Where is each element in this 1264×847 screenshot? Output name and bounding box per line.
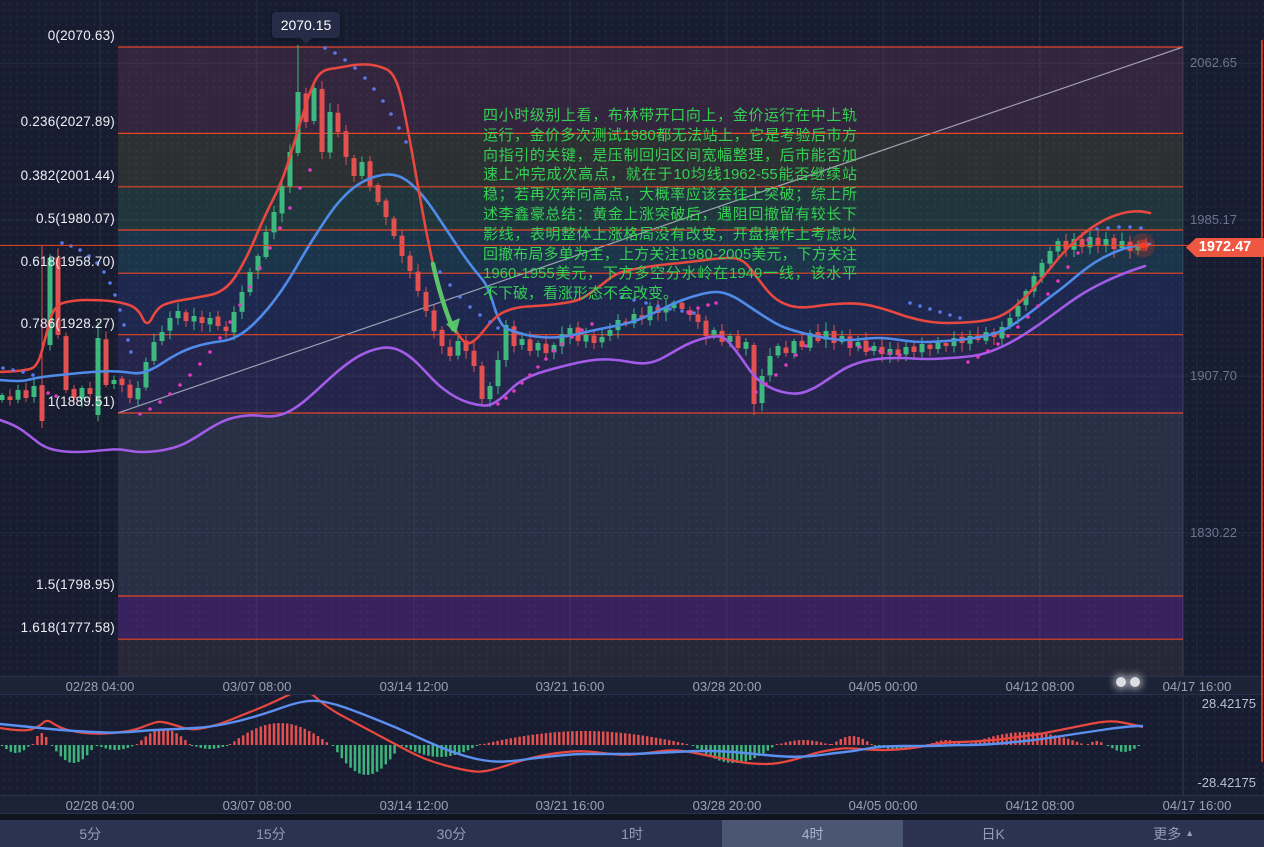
tab-timeframe-15分[interactable]: 15分 (181, 820, 362, 847)
time-axis-label: 04/05 00:00 (849, 798, 918, 813)
fib-level-label: 1(1889.51) (0, 394, 115, 410)
fib-level-label: 0.618(1958.70) (0, 254, 115, 270)
fib-level-label: 0(2070.63) (0, 28, 115, 44)
time-axis-label: 04/17 16:00 (1163, 798, 1232, 813)
tab-timeframe-30分[interactable]: 30分 (361, 820, 542, 847)
time-axis-label: 02/28 04:00 (66, 798, 135, 813)
loading-dot-icon[interactable] (1130, 677, 1140, 687)
tab-label: 1时 (621, 824, 643, 844)
macd-time-axis: 02/28 04:00 03/07 08:00 03/14 12:00 03/21 1… (0, 795, 1264, 814)
time-axis-label: 02/28 04:00 (66, 679, 135, 694)
price-axis-label: 1907.70 (1190, 368, 1237, 384)
time-axis-label: 03/28 20:00 (693, 798, 762, 813)
macd-scale-min: -28.42175 (1197, 775, 1256, 790)
time-axis-label: 04/12 08:00 (1006, 798, 1075, 813)
tab-timeframe-5分[interactable]: 5分 (0, 820, 181, 847)
fib-level-label: 0.786(1928.27) (0, 316, 115, 332)
price-axis-label: 2062.65 (1190, 55, 1237, 71)
main-price-chart[interactable] (0, 0, 1264, 676)
tab-timeframe-1时[interactable]: 1时 (542, 820, 723, 847)
tab-label: 日K (982, 824, 1005, 844)
tab-timeframe-日K[interactable]: 日K (903, 820, 1084, 847)
last-price-tag: 1972.47 (1186, 238, 1264, 257)
timeframe-tabbar: 5分 15分 30分 1时 4时 日K 更多 ▲ (0, 820, 1264, 847)
fib-level-label: 0.382(2001.44) (0, 168, 115, 184)
time-axis-label: 04/17 16:00 (1163, 679, 1232, 694)
time-axis-label: 04/05 00:00 (849, 679, 918, 694)
trading-chart-app: 0(2070.63) 0.236(2027.89) 0.382(2001.44) 0.… (0, 0, 1264, 847)
right-edge-marker-line (1261, 40, 1263, 762)
main-time-axis: 02/28 04:00 03/07 08:00 03/14 12:00 03/21 1… (0, 676, 1264, 695)
fib-level-label: 1.5(1798.95) (0, 577, 115, 593)
tab-label: 5分 (79, 824, 101, 844)
loading-dot-icon[interactable] (1116, 677, 1126, 687)
fib-level-label: 0.5(1980.07) (0, 211, 115, 227)
analysis-annotation-text: 四小时级别上看，布林带开口向上，金价运行在中上轨运行，金价多次测试1980都无法… (483, 106, 857, 304)
tab-timeframe-4时[interactable]: 4时 (722, 820, 903, 847)
last-price-glow (1131, 233, 1155, 257)
tab-label: 30分 (437, 824, 467, 844)
fib-level-label: 0.236(2027.89) (0, 114, 115, 130)
chevron-up-icon: ▲ (1185, 828, 1194, 838)
time-axis-label: 03/07 08:00 (223, 679, 292, 694)
time-axis-label: 03/21 16:00 (536, 679, 605, 694)
fib-level-label: 1.618(1777.58) (0, 620, 115, 636)
price-axis-label: 1985.17 (1190, 212, 1237, 228)
time-axis-label: 03/21 16:00 (536, 798, 605, 813)
last-price-value: 1972.47 (1199, 239, 1251, 255)
peak-price-value: 2070.15 (281, 17, 332, 33)
time-axis-label: 04/12 08:00 (1006, 679, 1075, 694)
tab-label: 更多 (1153, 824, 1181, 844)
time-axis-label: 03/28 20:00 (693, 679, 762, 694)
tab-label: 4时 (802, 824, 824, 844)
macd-scale-max: 28.42175 (1202, 696, 1256, 711)
time-axis-label: 03/07 08:00 (223, 798, 292, 813)
price-axis-label: 1830.22 (1190, 525, 1237, 541)
peak-price-tooltip: 2070.15 (272, 12, 340, 38)
tab-label: 15分 (256, 824, 286, 844)
time-axis-label: 03/14 12:00 (380, 679, 449, 694)
tab-timeframe-更多[interactable]: 更多 ▲ (1083, 820, 1264, 847)
time-axis-label: 03/14 12:00 (380, 798, 449, 813)
macd-indicator-chart[interactable] (0, 695, 1264, 795)
